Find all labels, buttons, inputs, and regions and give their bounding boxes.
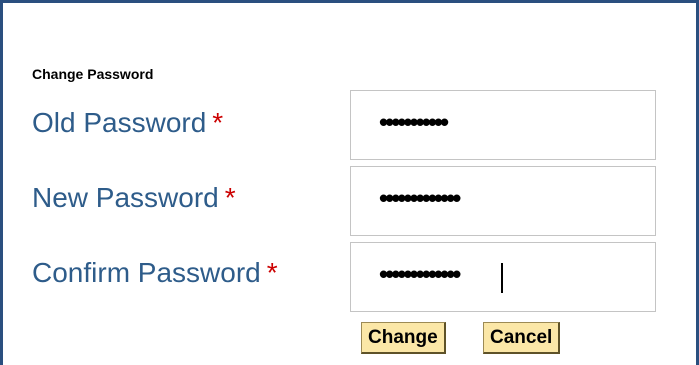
text-caret — [501, 263, 503, 293]
old-password-label: Old Password * — [32, 107, 223, 139]
new-password-label-text: New Password — [32, 182, 219, 213]
change-button[interactable]: Change — [361, 322, 446, 354]
section-title: Change Password — [32, 66, 154, 82]
old-password-label-text: Old Password — [32, 107, 207, 138]
required-marker: * — [224, 182, 236, 213]
change-password-panel: Change Password Old Password * ••••••••••… — [0, 0, 699, 365]
old-password-masked-value: ••••••••••• — [379, 107, 449, 138]
cancel-button[interactable]: Cancel — [483, 322, 561, 354]
required-marker: * — [212, 107, 224, 138]
old-password-input[interactable]: ••••••••••• — [350, 90, 656, 160]
confirm-password-masked-value: ••••••••••••• — [379, 259, 461, 290]
confirm-password-label: Confirm Password * — [32, 257, 278, 289]
new-password-label: New Password * — [32, 182, 236, 214]
required-marker: * — [266, 257, 278, 288]
confirm-password-input[interactable]: ••••••••••••• — [350, 242, 656, 312]
new-password-masked-value: ••••••••••••• — [379, 183, 461, 214]
confirm-password-label-text: Confirm Password — [32, 257, 261, 288]
new-password-input[interactable]: ••••••••••••• — [350, 166, 656, 236]
